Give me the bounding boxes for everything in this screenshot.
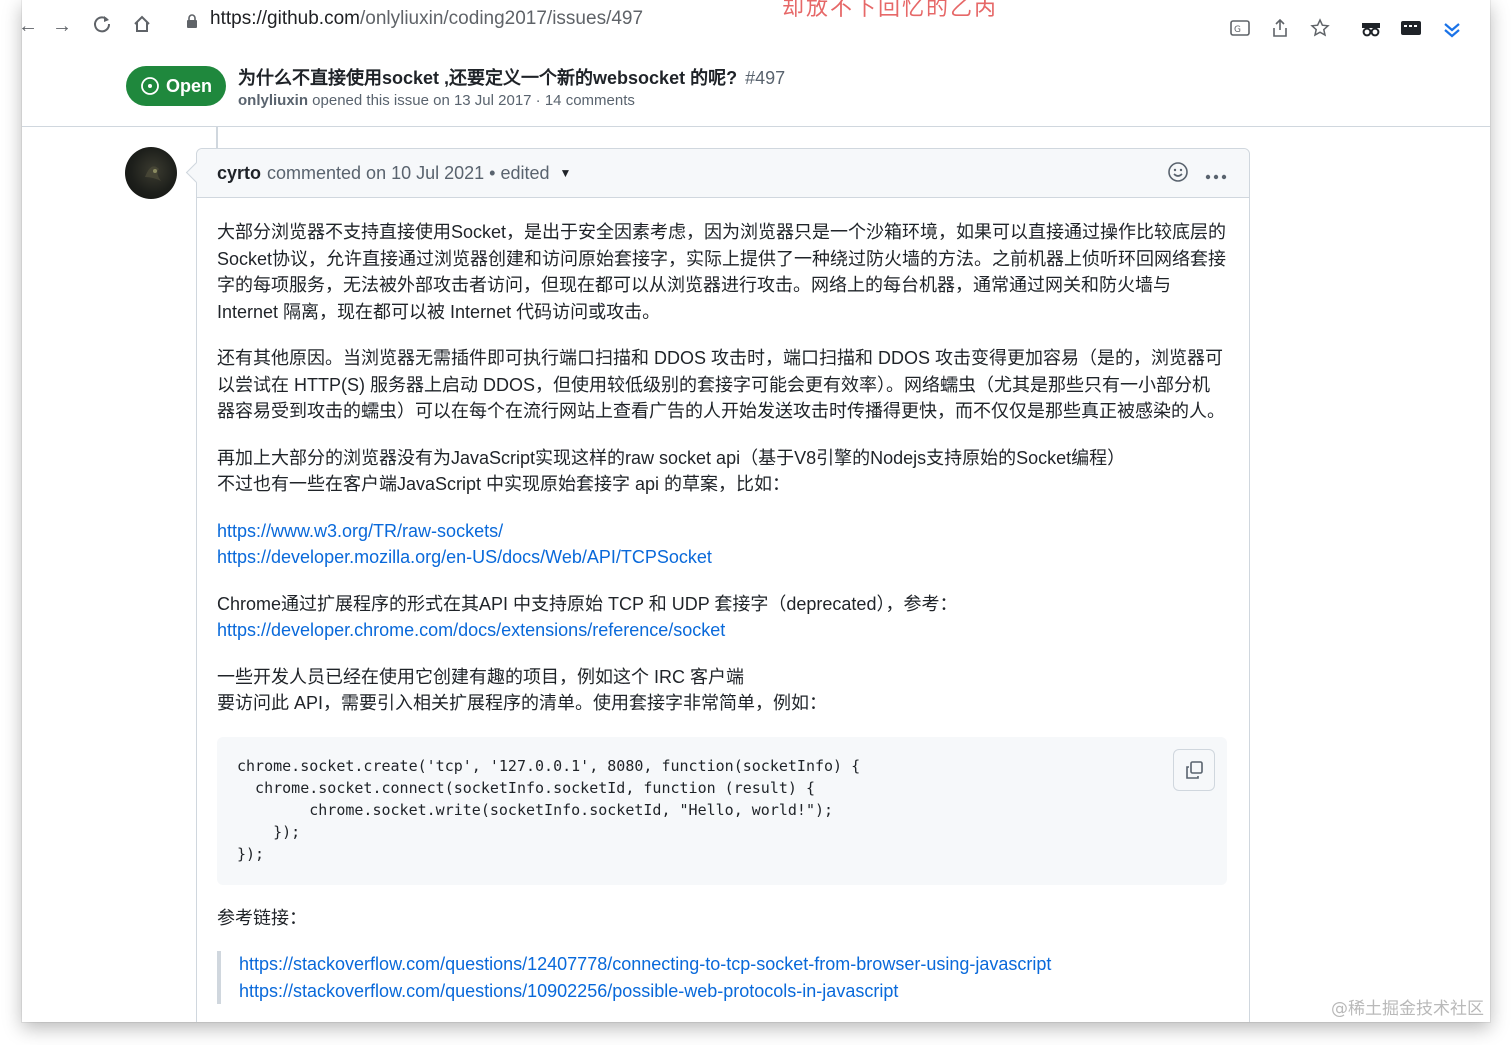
watermark: @稀土掘金技术社区 <box>1331 999 1484 1019</box>
add-reaction-smiley-icon[interactable] <box>1167 161 1189 188</box>
issue-number: #497 <box>745 68 786 88</box>
issue-opened-icon <box>141 77 159 95</box>
draft-links: https://www.w3.org/TR/raw-sockets/ https… <box>217 518 1227 571</box>
avatar[interactable] <box>125 147 177 199</box>
link-mdn-tcpsocket[interactable]: https://developer.mozilla.org/en-US/docs… <box>217 547 712 567</box>
lock-icon[interactable] <box>186 14 198 28</box>
issue-header: Open 为什么不直接使用socket ,还要定义一个新的websocket 的… <box>22 52 1490 127</box>
code-block: chrome.socket.create('tcp', '127.0.0.1',… <box>217 736 1227 885</box>
references-quote: https://stackoverflow.com/questions/1240… <box>217 951 1227 1004</box>
body-paragraph-3: 再加上大部分的浏览器没有为JavaScript实现这样的raw socket a… <box>217 445 1227 498</box>
body-paragraph-4-text: Chrome通过扩展程序的形式在其API 中支持原始 TCP 和 UDP 套接字… <box>217 593 958 614</box>
body-paragraph-3b: 不过也有一些在客户端JavaScript 中实现原始套接字 api 的草案，比如… <box>217 474 791 494</box>
browser-toolbar: ← → https://github.com/onlyliuxin/coding… <box>22 0 1490 52</box>
issue-meta-text: opened this issue on 13 Jul 2017 · 14 co… <box>308 92 635 109</box>
translate-icon[interactable]: G <box>1230 18 1250 38</box>
code-snippet[interactable]: chrome.socket.create('tcp', '127.0.0.1',… <box>237 755 860 865</box>
comment-author-link[interactable]: cyrto <box>217 163 261 184</box>
timeline-line <box>216 127 218 149</box>
link-w3-raw-sockets[interactable]: https://www.w3.org/TR/raw-sockets/ <box>217 521 503 541</box>
link-chrome-socket[interactable]: https://developer.chrome.com/docs/extens… <box>217 620 725 640</box>
body-paragraph-4: Chrome通过扩展程序的形式在其API 中支持原始 TCP 和 UDP 套接字… <box>217 591 1227 644</box>
reload-icon[interactable] <box>92 14 112 40</box>
cut-overlay-text: 却放不下回忆的乙丙 <box>782 0 999 21</box>
issue-title: 为什么不直接使用socket ,还要定义一个新的websocket 的呢? #49… <box>238 64 785 90</box>
issue-state-label: Open <box>165 75 212 96</box>
body-paragraph-5a: 一些开发人员已经在使用它创建有趣的项目，例如这个 IRC 客户端 <box>217 666 744 687</box>
extension-download-icon[interactable] <box>1442 18 1462 38</box>
copy-icon <box>1186 760 1203 779</box>
url-text[interactable]: https://github.com/onlyliuxin/coding2017… <box>210 8 643 30</box>
comment-meta[interactable]: commented on 10 Jul 2021 • edited <box>267 163 550 184</box>
link-stackoverflow-2[interactable]: https://stackoverflow.com/questions/1090… <box>239 981 898 1001</box>
issue-author-link[interactable]: onlyliuxin <box>238 92 308 109</box>
body-paragraph-3a: 再加上大部分的浏览器没有为JavaScript实现这样的raw socket a… <box>217 447 1126 468</box>
share-icon[interactable] <box>1270 18 1290 38</box>
body-paragraph-2: 还有其他原因。当浏览器无需插件即可执行端口扫描和 DDOS 攻击时，端口扫描和 … <box>217 348 1225 421</box>
link-stackoverflow-1[interactable]: https://stackoverflow.com/questions/1240… <box>239 954 1051 974</box>
extension-keyboard-icon[interactable] <box>1400 18 1421 38</box>
comment-header-actions <box>1167 161 1227 188</box>
home-icon[interactable] <box>132 14 152 40</box>
body-paragraph-5: 一些开发人员已经在使用它创建有趣的项目，例如这个 IRC 客户端 要访问此 AP… <box>217 664 1227 717</box>
kebab-menu-icon[interactable] <box>1205 164 1227 185</box>
body-paragraph-1: 大部分浏览器不支持直接使用Socket，是出于安全因素考虑，因为浏览器只是一个沙… <box>217 222 1227 322</box>
comment-header: cyrto commented on 10 Jul 2021 • edited … <box>197 149 1249 198</box>
forward-icon[interactable]: → <box>52 14 72 38</box>
extension-incognito-icon[interactable] <box>1360 18 1380 38</box>
issue-state-badge: Open <box>126 66 226 106</box>
edited-dropdown-caret-icon[interactable]: ▼ <box>560 166 572 180</box>
browser-window: ← → https://github.com/onlyliuxin/coding… <box>22 0 1490 1022</box>
copy-button[interactable] <box>1173 748 1215 791</box>
comment-body: 大部分浏览器不支持直接使用Socket，是出于安全因素考虑，因为浏览器只是一个沙… <box>217 219 1227 1004</box>
svg-text:G: G <box>1234 25 1241 35</box>
issue-meta: onlyliuxin opened this issue on 13 Jul 2… <box>238 92 635 109</box>
references-label: 参考链接： <box>217 907 307 928</box>
body-paragraph-5b: 要访问此 API，需要引入相关扩展程序的清单。使用套接字非常简单，例如： <box>217 693 828 713</box>
comment-box: cyrto commented on 10 Jul 2021 • edited … <box>196 148 1250 1022</box>
bookmark-star-icon[interactable] <box>1310 18 1330 38</box>
address-bar[interactable]: https://github.com/onlyliuxin/coding2017… <box>168 8 1248 44</box>
issue-title-text: 为什么不直接使用socket ,还要定义一个新的websocket 的呢? <box>238 68 738 88</box>
back-icon[interactable]: ← <box>22 14 38 38</box>
